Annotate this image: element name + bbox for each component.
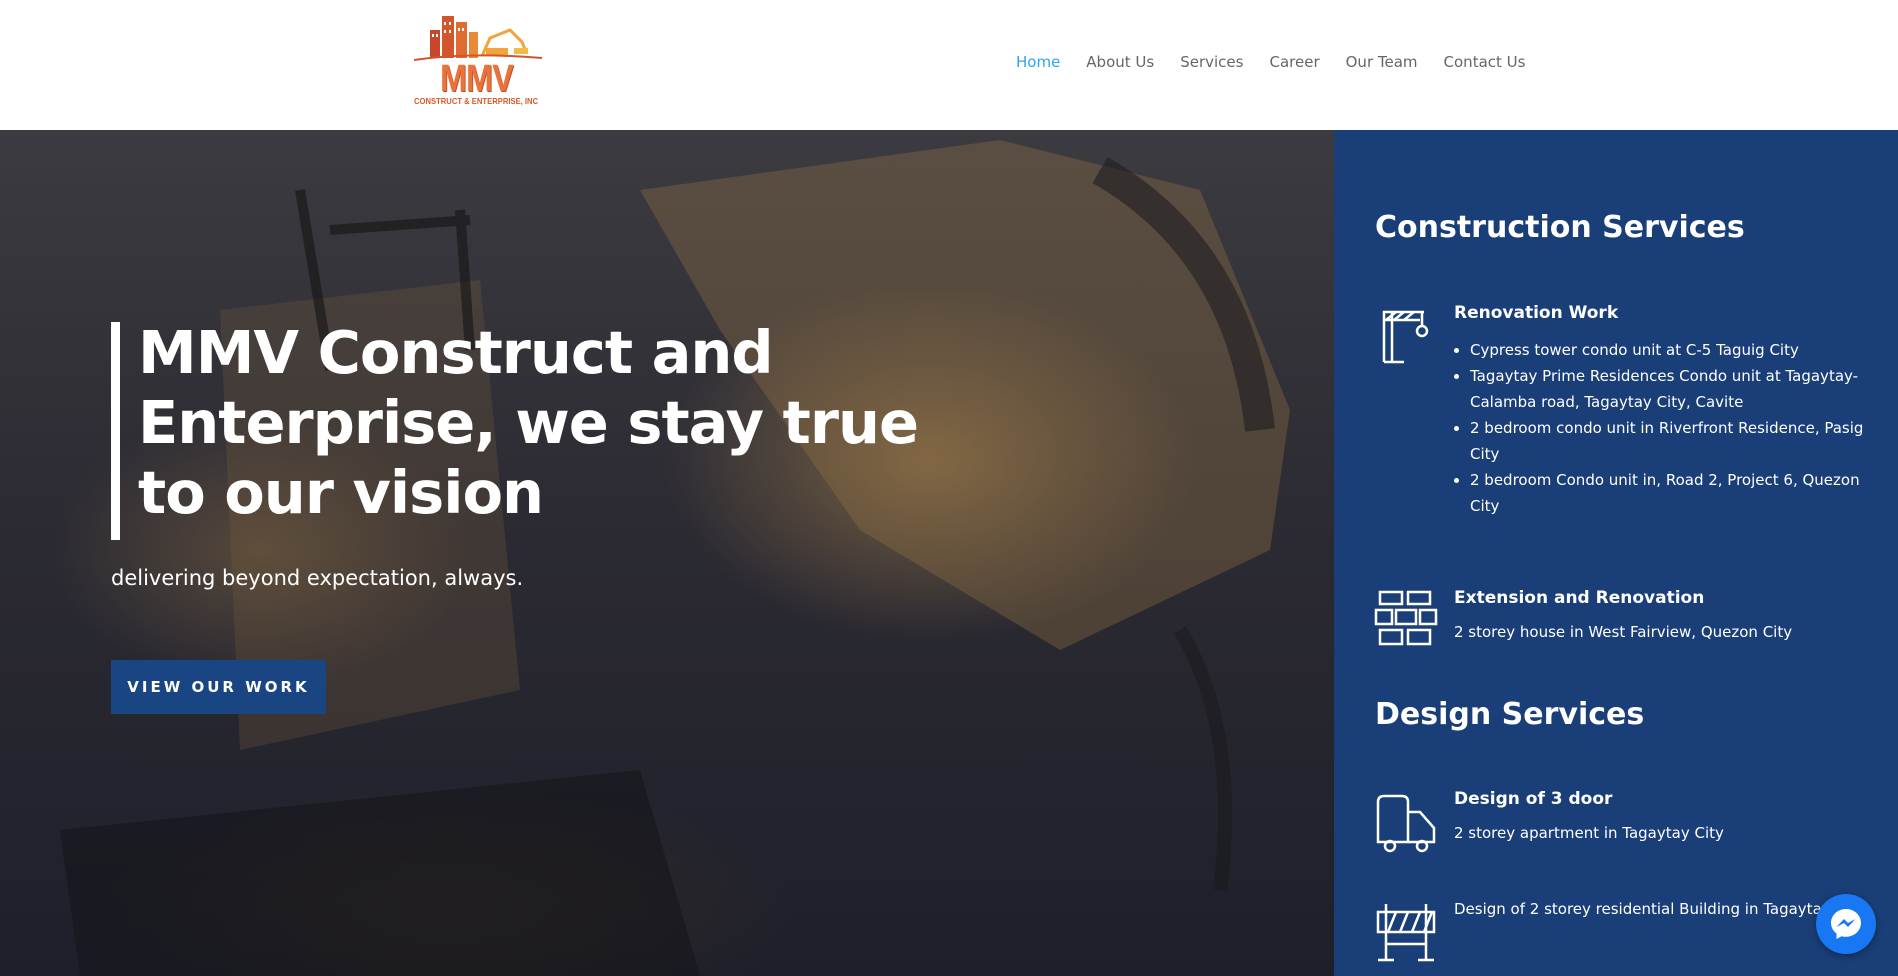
view-our-work-button[interactable]: VIEW OUR WORK [111, 660, 326, 714]
bricks-icon [1374, 590, 1438, 646]
nav-contact-us[interactable]: Contact Us [1444, 53, 1526, 71]
construction-services-heading: Construction Services [1375, 210, 1745, 245]
list-item: Tagaytay Prime Residences Condo unit at … [1470, 363, 1864, 415]
extension-renovation-text: 2 storey house in West Fairview, Quezon … [1454, 623, 1793, 641]
design-services-heading: Design Services [1375, 697, 1645, 732]
services-sidebar: Construction Services Renovation Work Cy… [1334, 130, 1898, 976]
list-item: Cypress tower condo unit at C-5 Taguig C… [1470, 337, 1864, 363]
logo-subtext: CONSTRUCT & ENTERPRISE, INC [414, 96, 539, 106]
messenger-icon [1831, 909, 1861, 939]
barrier-icon [1376, 904, 1436, 962]
messenger-chat-button[interactable] [1816, 894, 1876, 954]
list-item: 2 bedroom Condo unit in, Road 2, Project… [1470, 467, 1864, 519]
nav-career[interactable]: Career [1269, 53, 1319, 71]
hero-quote-bar [111, 322, 120, 540]
main-nav: Home About Us Services Career Our Team C… [1016, 53, 1551, 71]
hero-section [0, 130, 1334, 976]
design-residential-text: Design of 2 storey residential Building … [1454, 900, 1865, 918]
extension-renovation-title: Extension and Renovation [1454, 588, 1705, 608]
hero-subtitle: delivering beyond expectation, always. [111, 566, 524, 590]
logo-wordmark: MMV [440, 58, 514, 100]
renovation-work-list: Cypress tower condo unit at C-5 Taguig C… [1454, 337, 1864, 519]
excavator-background-image [60, 140, 1290, 976]
truck-icon [1376, 794, 1436, 853]
list-item: 2 bedroom condo unit in Riverfront Resid… [1470, 415, 1864, 467]
design-3-door-title: Design of 3 door [1454, 789, 1613, 809]
crane-icon [1382, 310, 1429, 364]
renovation-work-title: Renovation Work [1454, 303, 1619, 323]
site-logo[interactable]: MMV CONSTRUCT & ENTERPRISE, INC [410, 8, 545, 112]
design-3-door-text: 2 storey apartment in Tagaytay City [1454, 824, 1724, 842]
nav-about-us[interactable]: About Us [1086, 53, 1154, 71]
nav-our-team[interactable]: Our Team [1346, 53, 1418, 71]
site-header: MMV CONSTRUCT & ENTERPRISE, INC Home Abo… [0, 0, 1898, 130]
hero-title: MMV Construct and Enterprise, we stay tr… [138, 318, 919, 527]
nav-home[interactable]: Home [1016, 53, 1060, 71]
nav-services[interactable]: Services [1180, 53, 1243, 71]
